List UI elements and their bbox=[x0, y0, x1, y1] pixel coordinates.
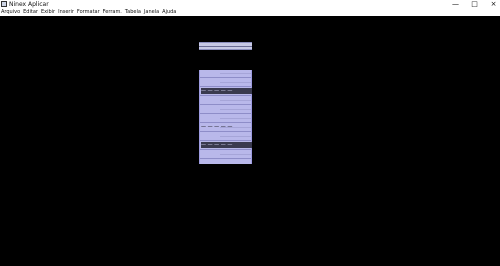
panel-row-label: — — — — — bbox=[201, 142, 252, 148]
window-controls: — □ × bbox=[451, 0, 498, 9]
panel-row-label: — — — — — bbox=[201, 88, 252, 94]
panel-row-label bbox=[201, 70, 252, 76]
title-bar: Ninex Aplicar — □ × bbox=[0, 0, 500, 9]
restore-button[interactable]: □ bbox=[470, 0, 479, 9]
close-button[interactable]: × bbox=[489, 0, 498, 9]
floating-panel[interactable]: — — — — — — — — — — — — — — — bbox=[199, 70, 252, 164]
menu-item[interactable]: Tabela bbox=[125, 9, 141, 16]
panel-row[interactable] bbox=[200, 133, 251, 141]
panel-row-label bbox=[201, 79, 252, 85]
toolbar-strip[interactable] bbox=[199, 42, 252, 50]
menu-item[interactable]: Janela bbox=[144, 9, 159, 16]
panel-row[interactable] bbox=[200, 115, 251, 123]
menu-item[interactable]: Formatar bbox=[77, 9, 100, 16]
panel-row-label bbox=[201, 106, 252, 112]
menu-item[interactable]: Ferram. bbox=[103, 9, 122, 16]
panel-row[interactable] bbox=[200, 97, 251, 105]
panel-row[interactable] bbox=[200, 79, 251, 87]
panel-row[interactable]: — — — — — bbox=[200, 124, 251, 132]
panel-row[interactable]: — — — — — bbox=[200, 88, 252, 96]
panel-row[interactable]: — — — — — bbox=[200, 142, 252, 150]
panel-row[interactable] bbox=[200, 151, 251, 159]
menu-item[interactable]: Arquivo bbox=[1, 9, 20, 16]
panel-row-label bbox=[201, 133, 252, 139]
panel-row[interactable] bbox=[200, 106, 251, 114]
minimize-button[interactable]: — bbox=[451, 0, 460, 9]
menu-item[interactable]: Inserir bbox=[58, 9, 74, 16]
panel-row-label bbox=[201, 115, 252, 121]
panel-row-label bbox=[201, 151, 252, 157]
window-title: Ninex Aplicar bbox=[9, 1, 49, 8]
panel-row[interactable] bbox=[200, 70, 251, 78]
menu-item[interactable]: Ajuda bbox=[162, 9, 176, 16]
panel-row-label bbox=[201, 97, 252, 103]
panel-row-label: — — — — — bbox=[201, 124, 233, 130]
menu-item[interactable]: Editar bbox=[23, 9, 38, 16]
menu-bar: Arquivo Editar Exibir Inserir Formatar F… bbox=[0, 9, 500, 16]
menu-item[interactable]: Exibir bbox=[41, 9, 55, 16]
app-icon bbox=[1, 1, 7, 7]
